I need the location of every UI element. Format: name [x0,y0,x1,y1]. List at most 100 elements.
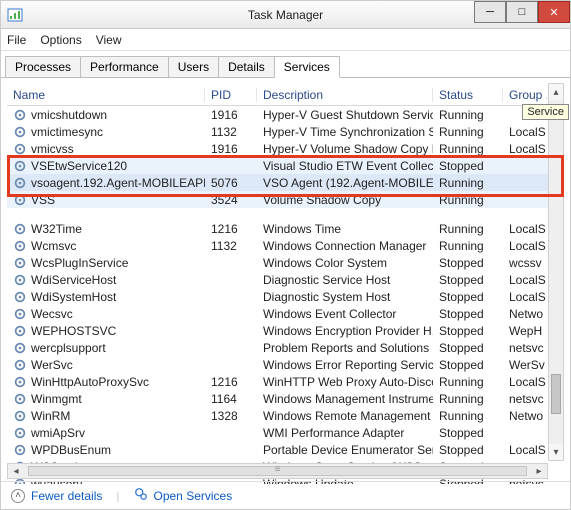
svc-name: VSEtwService120 [31,159,127,173]
gear-icon [13,222,27,236]
svc-desc: Portable Device Enumerator Serv... [257,443,433,457]
table-row[interactable]: W32Time1216Windows TimeRunningLocalS [7,220,564,237]
svc-name: Wecsvc [31,307,73,321]
svc-name: wercplsupport [31,341,106,355]
table-row[interactable]: VSS3524Volume Shadow CopyRunning [7,191,564,208]
table-row[interactable]: wmiApSrvWMI Performance AdapterStopped [7,424,564,441]
svc-name: WdiSystemHost [31,290,116,304]
svc-pid: 1916 [205,108,257,122]
tab-details[interactable]: Details [218,56,275,78]
open-services-label: Open Services [154,489,233,503]
svc-name: WerSvc [31,358,73,372]
svc-status: Running [433,125,503,139]
gear-icon [13,108,27,122]
tab-users[interactable]: Users [168,56,219,78]
col-status[interactable]: Status [433,88,503,102]
svc-status: Running [433,239,503,253]
svc-desc: Windows Event Collector [257,307,433,321]
gear-icon [13,358,27,372]
svc-group: LocalS [503,273,547,287]
scroll-thumb[interactable] [551,374,561,414]
svc-status: Running [433,375,503,389]
table-row[interactable]: WdiSystemHostDiagnostic System HostStopp… [7,288,564,305]
chevron-up-icon: ˄ [11,489,25,503]
table-row[interactable]: wercplsupportProblem Reports and Solutio… [7,339,564,356]
svc-name: WdiServiceHost [31,273,116,287]
table-row[interactable]: vmicvss1916Hyper-V Volume Shadow Copy R.… [7,140,564,157]
gear-icon [13,409,27,423]
col-name[interactable]: Name [7,88,205,102]
scroll-right-icon[interactable]: ▸ [531,466,547,477]
svc-name: wmiApSrv [31,426,85,440]
svc-pid: 1216 [205,222,257,236]
gear-icon [13,307,27,321]
svc-name: vmictimesync [31,125,103,139]
gear-icon [13,375,27,389]
svc-group: LocalS [503,290,547,304]
header-tooltip: Service [522,104,569,120]
table-row[interactable]: WEPHOSTSVCWindows Encryption Provider H.… [7,322,564,339]
table-row[interactable]: WcsPlugInServiceWindows Color SystemStop… [7,254,564,271]
svc-desc: Hyper-V Time Synchronization S... [257,125,433,139]
fewer-details-label: Fewer details [31,489,102,503]
table-row[interactable]: Wcmsvc1132Windows Connection ManagerRunn… [7,237,564,254]
table-row[interactable]: WinHttpAutoProxySvc1216WinHTTP Web Proxy… [7,373,564,390]
fewer-details-link[interactable]: ˄ Fewer details [11,489,102,503]
svc-pid: 1164 [205,392,257,406]
maximize-button[interactable]: □ [506,1,538,23]
menu-view[interactable]: View [96,33,122,47]
table-row-selected[interactable]: vsoagent.192.Agent-MOBILEAPPCOMPIL5076VS… [7,174,564,191]
minimize-button[interactable]: ─ [474,1,506,23]
tab-services[interactable]: Services [274,56,340,78]
table-row[interactable]: Winmgmt1164Windows Management Instrume..… [7,390,564,407]
col-pid[interactable]: PID [205,88,257,102]
gear-icon [13,256,27,270]
table-row[interactable]: WPDBusEnumPortable Device Enumerator Ser… [7,441,564,458]
svc-name: VSS [31,193,55,207]
table-row[interactable]: WecsvcWindows Event CollectorStoppedNetw… [7,305,564,322]
svc-pid: 3524 [205,193,257,207]
table-row[interactable]: vmictimesync 1132Hyper-V Time Synchroniza… [7,123,564,140]
svc-desc: Windows Encryption Provider H... [257,324,433,338]
col-group[interactable]: Group▲ [503,88,547,102]
menu-options[interactable]: Options [40,33,81,47]
table-row[interactable]: vmicshutdown1916Hyper-V Guest Shutdown S… [7,106,564,123]
gear-icon [13,273,27,287]
col-description[interactable]: Description [257,88,433,102]
svc-status: Stopped [433,426,503,440]
svc-desc: Hyper-V Volume Shadow Copy R... [257,142,433,156]
gear-icon [13,290,27,304]
svc-group: netsvc [503,341,547,355]
gear-icon [13,392,27,406]
open-services-link[interactable]: Open Services [134,487,233,504]
svc-group: LocalS [503,142,547,156]
gear-icon [13,239,27,253]
svc-desc: Windows Management Instrume... [257,392,433,406]
sort-asc-icon: ▲ [542,91,547,102]
scroll-left-icon[interactable]: ◂ [8,466,24,477]
table-row[interactable]: WinRM1328Windows Remote Management (...R… [7,407,564,424]
close-button[interactable]: ✕ [538,1,570,23]
services-icon [134,487,148,504]
tab-processes[interactable]: Processes [5,56,81,78]
svc-group: LocalS [503,222,547,236]
svc-status: Running [433,108,503,122]
scroll-up-icon[interactable]: ▴ [549,84,563,100]
gear-icon [13,426,27,440]
svc-name: W32Time [31,222,82,236]
menu-file[interactable]: File [7,33,26,47]
tab-performance[interactable]: Performance [80,56,169,78]
svc-desc: Diagnostic System Host [257,290,433,304]
table-row[interactable]: WdiServiceHostDiagnostic Service HostSto… [7,271,564,288]
scroll-down-icon[interactable]: ▾ [549,444,563,460]
table-row[interactable]: VSEtwService120Visual Studio ETW Event C… [7,157,564,174]
table-row[interactable]: WerSvcWindows Error Reporting ServiceSto… [7,356,564,373]
horizontal-scrollbar[interactable]: ◂ ▸ [7,463,548,479]
svc-group: WepH [503,324,547,338]
svc-pid: 1132 [205,125,257,139]
scroll-thumb-h[interactable] [28,466,527,476]
svc-desc: Windows Connection Manager [257,239,433,253]
svc-group: netsvc [503,392,547,406]
vertical-scrollbar[interactable]: ▴ ▾ [548,83,564,461]
svc-name: WinHttpAutoProxySvc [31,375,149,389]
